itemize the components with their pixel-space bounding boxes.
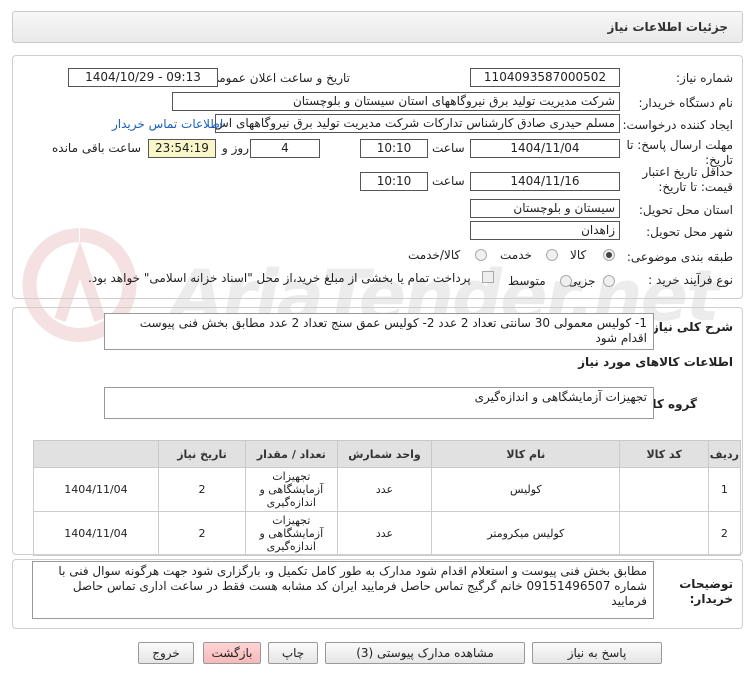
print-button[interactable]: چاپ (268, 642, 318, 664)
goods-table: ردیف کد کالا نام کالا واحد شمارش تعداد /… (33, 440, 742, 556)
treasury-payment-note: پرداخت تمام یا بخشی از مبلغ خرید،از محل … (88, 271, 471, 285)
cell-unit: عدد (336, 467, 433, 512)
city-field: زاهدان (470, 221, 620, 240)
buyer-field: شرکت مدیریت تولید برق نیروگاههای استان س… (172, 92, 620, 111)
page-header: جزئیات اطلاعات نیاز (12, 11, 743, 43)
cell-name: کولیس (431, 467, 621, 512)
cell-code (619, 467, 709, 512)
col-date: تاریخ نیاز (157, 440, 247, 468)
buyer-notes-textbox: مطابق بخش فنی پیوست و استعلام اقدام شود … (32, 561, 654, 619)
back-button[interactable]: بازگشت (203, 642, 261, 664)
buyer-contact-link[interactable]: اطلاعات تماس خریدار (112, 117, 223, 131)
creator-label: ایجاد کننده درخواست: (622, 118, 733, 132)
category-radio-goods[interactable] (603, 249, 615, 261)
time-remaining-field: 23:54:19 (148, 139, 216, 158)
category-radio-both[interactable] (475, 249, 487, 261)
days-label: روز و (222, 141, 249, 155)
process-label: نوع فرآیند خرید : (648, 273, 733, 287)
reply-button[interactable]: پاسخ به نیاز (532, 642, 662, 664)
announce-date-field: 1404/10/29 - 09:13 (68, 68, 218, 87)
creator-field: مسلم حیدری صادق کارشناس تدارکات شرکت مدی… (215, 114, 620, 133)
time-remaining-label: ساعت باقی مانده (52, 141, 142, 155)
cell-name: کولیس میکرومتر (431, 511, 621, 556)
summary-label: شرح کلی نیاز: (647, 320, 733, 334)
cell-qty: 2 (157, 467, 247, 512)
cell-row: 1 (707, 467, 742, 512)
need-number-field: 1104093587000502 (470, 68, 620, 87)
page-title: جزئیات اطلاعات نیاز (607, 20, 728, 34)
goods-info-title: اطلاعات کالاهای مورد نیاز (578, 355, 733, 369)
province-field: سیستان و بلوچستان (470, 199, 620, 218)
goods-table-header: ردیف کد کالا نام کالا واحد شمارش تعداد /… (33, 440, 742, 468)
col-name: نام کالا (431, 440, 621, 468)
city-label: شهر محل تحویل: (646, 225, 733, 239)
process-option-medium: متوسط (508, 274, 546, 288)
cell-unit: عدد (336, 511, 433, 556)
cell-date: 1404/11/04 (33, 511, 159, 556)
table-row[interactable]: 1 کولیس عدد تجهیزات آزمایشگاهی و اندازه‌… (33, 467, 742, 512)
cell-group: تجهیزات آزمایشگاهی و اندازه‌گیری (245, 511, 338, 556)
province-label: استان محل تحویل: (638, 203, 733, 217)
process-radio-medium[interactable] (560, 275, 572, 287)
col-code: کد کالا (619, 440, 709, 468)
buyer-label: نام دستگاه خریدار: (638, 96, 734, 110)
cell-group: تجهیزات آزمایشگاهی و اندازه‌گیری (245, 467, 338, 512)
col-blank (33, 440, 159, 468)
category-label: طبقه بندی موضوعی: (626, 250, 733, 264)
view-attachments-button[interactable]: مشاهده مدارک پیوستی (3) (325, 642, 525, 664)
process-option-small: جزیی (568, 274, 596, 288)
validity-time-field: 10:10 (360, 172, 428, 191)
days-remaining-field: 4 (250, 139, 320, 158)
category-radio-service[interactable] (546, 249, 558, 261)
treasury-payment-checkbox[interactable] (482, 271, 494, 283)
deadline-date-field: 1404/11/04 (470, 139, 620, 158)
validity-label: حداقل تاریخ اعتبار (642, 165, 733, 179)
cell-code (619, 511, 709, 556)
goods-group-textbox: تجهیزات آزمایشگاهی و اندازه‌گیری (104, 387, 654, 419)
cell-qty: 2 (157, 511, 247, 556)
deadline-label: مهلت ارسال پاسخ: تا (626, 138, 733, 152)
category-option-both: کالا/خدمت (408, 248, 461, 262)
buyer-notes-label: توضیحات (679, 577, 733, 591)
exit-button[interactable]: خروج (138, 642, 194, 664)
announce-date-label: تاریخ و ساعت اعلان عمومی: (205, 71, 350, 85)
buyer-notes-label-2: خریدار: (689, 592, 733, 606)
deadline-time-field: 10:10 (360, 139, 428, 158)
category-option-service: خدمت (500, 248, 532, 262)
summary-textbox: 1- کولیس معمولی 30 سانتی تعداد 2 عدد 2- … (104, 313, 654, 350)
validity-label-2: قیمت: تا تاریخ: (658, 180, 733, 194)
validity-time-label: ساعت (432, 174, 465, 188)
col-row: ردیف (707, 440, 742, 468)
col-unit: واحد شمارش (336, 440, 433, 468)
validity-date-field: 1404/11/16 (470, 172, 620, 191)
table-row[interactable]: 2 کولیس میکرومتر عدد تجهیزات آزمایشگاهی … (33, 511, 742, 556)
need-number-label: شماره نیاز: (676, 71, 733, 85)
process-radio-small[interactable] (603, 275, 615, 287)
deadline-time-label: ساعت (432, 141, 465, 155)
category-option-goods: کالا (570, 248, 587, 262)
cell-date: 1404/11/04 (33, 467, 159, 512)
cell-row: 2 (707, 511, 742, 556)
col-qty: تعداد / مقدار (245, 440, 338, 468)
